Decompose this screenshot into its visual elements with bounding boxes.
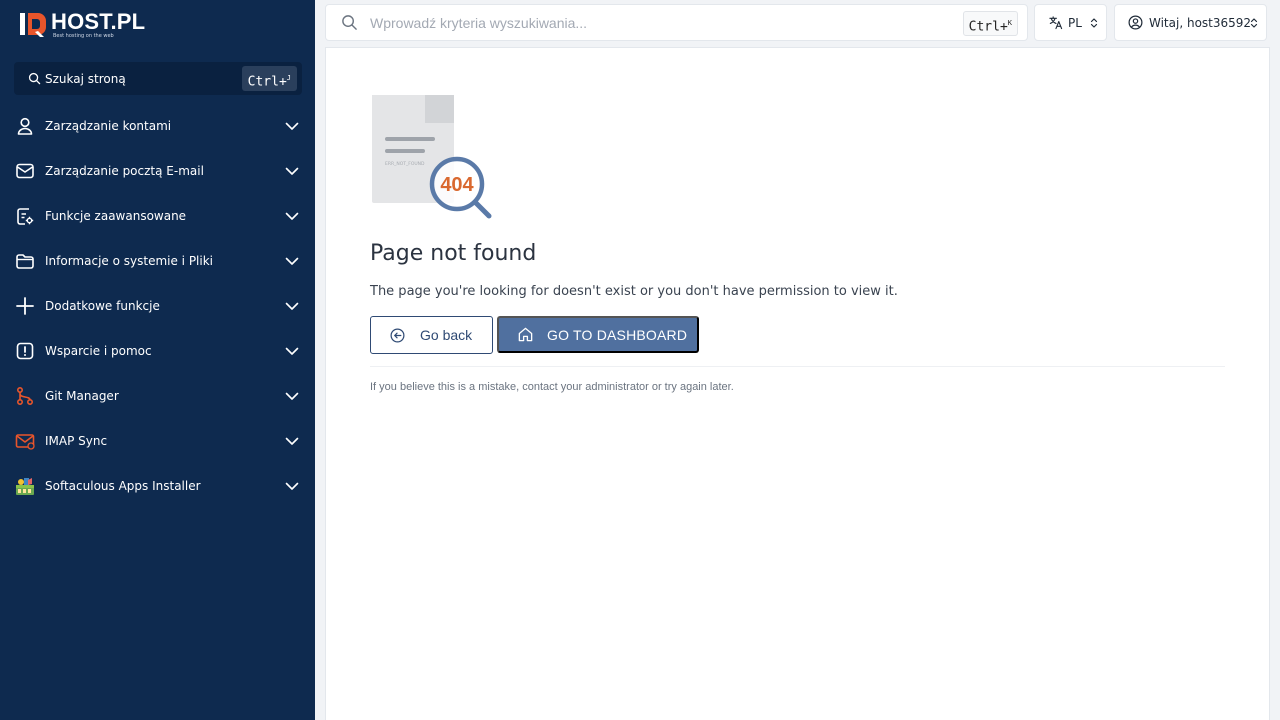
imap-sync-icon	[15, 431, 35, 451]
sidebar-item-label: Dodatkowe funkcje	[45, 298, 160, 313]
document-magnifier-icon: ERR_NOT_FOUND 404	[372, 95, 492, 219]
sidebar-item-support[interactable]: Wsparcie i pomoc	[0, 328, 315, 373]
brand-name: HOST.PL	[51, 9, 146, 34]
shortcut-text: Ctrl+	[968, 19, 1008, 35]
sidebar-item-advanced[interactable]: Funkcje zaawansowane	[0, 193, 315, 238]
shortcut-text: Ctrl+	[247, 74, 287, 90]
brand-logo[interactable]: HOST.PL Best hosting on the web	[19, 11, 145, 39]
go-back-label: Go back	[420, 327, 473, 343]
language-label: PL	[1068, 15, 1082, 30]
softaculous-icon	[15, 476, 35, 496]
sidebar-item-imap-sync[interactable]: IMAP Sync	[0, 418, 315, 463]
user-icon	[15, 116, 35, 136]
search-input[interactable]	[370, 14, 930, 31]
main-content: ERR_NOT_FOUND 404 Page not found The pag…	[325, 47, 1270, 720]
go-back-button[interactable]: Go back	[370, 316, 493, 354]
page-title: Page not found	[370, 241, 537, 266]
divider	[370, 366, 1225, 367]
sidebar-item-account-management[interactable]: Zarządzanie kontami	[0, 103, 315, 148]
chevron-down-icon[interactable]	[285, 299, 299, 313]
sidebar-item-email[interactable]: Zarządzanie pocztą E-mail	[0, 148, 315, 193]
sidebar-item-label: Git Manager	[45, 388, 119, 403]
mail-icon	[15, 161, 35, 181]
chevron-down-icon[interactable]	[285, 164, 299, 178]
doc-error-text: ERR_NOT_FOUND	[385, 161, 425, 167]
sidebar-item-label: IMAP Sync	[45, 433, 108, 448]
error-description: The page you're looking for doesn't exis…	[370, 284, 898, 299]
chevron-up-down-icon	[1250, 18, 1258, 28]
chevron-down-icon[interactable]	[285, 209, 299, 223]
git-icon	[15, 386, 35, 406]
sidebar-item-label: Funkcje zaawansowane	[45, 208, 187, 223]
plus-icon	[15, 296, 35, 316]
user-circle-icon	[1128, 15, 1143, 30]
shortcut-key: J	[286, 74, 291, 82]
translate-icon	[1049, 16, 1063, 30]
language-selector[interactable]: PL	[1034, 4, 1107, 41]
sidebar-item-label: Zarządzanie kontami	[45, 118, 172, 133]
sidebar-nav: Zarządzanie kontami Zarządzanie pocztą E…	[0, 103, 315, 508]
chevron-down-icon[interactable]	[285, 389, 299, 403]
go-to-dashboard-label: GO TO DASHBOARD	[547, 326, 688, 343]
search-icon	[342, 15, 357, 30]
error-code: 404	[440, 174, 474, 196]
alert-icon	[15, 341, 35, 361]
chevron-down-icon[interactable]	[285, 479, 299, 493]
brand-tagline: Best hosting on the web	[53, 33, 114, 39]
sidebar-search-label: Szukaj stroną	[45, 71, 126, 86]
sidebar-item-label: Zarządzanie pocztą E-mail	[45, 163, 204, 178]
shortcut-key: K	[1007, 19, 1012, 27]
sidebar: HOST.PL Best hosting on the web Szukaj s…	[0, 0, 315, 720]
search-shortcut: Ctrl+K	[962, 11, 1018, 36]
sidebar-item-label: Informacje o systemie i Pliki	[45, 253, 214, 268]
go-to-dashboard-button[interactable]: GO TO DASHBOARD	[497, 316, 699, 353]
user-greeting: Witaj, host36592	[1149, 15, 1252, 30]
help-note: If you believe this is a mistake, contac…	[370, 381, 734, 393]
chevron-up-down-icon	[1090, 18, 1098, 28]
chevron-down-icon[interactable]	[285, 254, 299, 268]
home-icon	[518, 327, 533, 342]
sidebar-item-label: Wsparcie i pomoc	[45, 343, 152, 358]
sidebar-search-shortcut: Ctrl+J	[241, 66, 297, 91]
user-menu[interactable]: Witaj, host36592	[1114, 4, 1267, 41]
advanced-settings-icon	[15, 206, 35, 226]
sidebar-search[interactable]: Szukaj stroną Ctrl+J	[14, 62, 302, 95]
global-search[interactable]: Ctrl+K	[325, 4, 1028, 41]
chevron-down-icon[interactable]	[285, 434, 299, 448]
folder-icon	[15, 251, 35, 271]
sidebar-item-softaculous[interactable]: Softaculous Apps Installer	[0, 463, 315, 508]
search-icon	[28, 72, 41, 85]
sidebar-item-system-info[interactable]: Informacje o systemie i Pliki	[0, 238, 315, 283]
sidebar-item-label: Softaculous Apps Installer	[45, 478, 201, 493]
not-found-illustration: ERR_NOT_FOUND 404	[370, 93, 495, 221]
chevron-down-icon[interactable]	[285, 119, 299, 133]
arrow-left-circle-icon	[390, 328, 405, 342]
host-logo-icon	[20, 13, 46, 37]
sidebar-item-git-manager[interactable]: Git Manager	[0, 373, 315, 418]
sidebar-item-additional[interactable]: Dodatkowe funkcje	[0, 283, 315, 328]
chevron-down-icon[interactable]	[285, 344, 299, 358]
